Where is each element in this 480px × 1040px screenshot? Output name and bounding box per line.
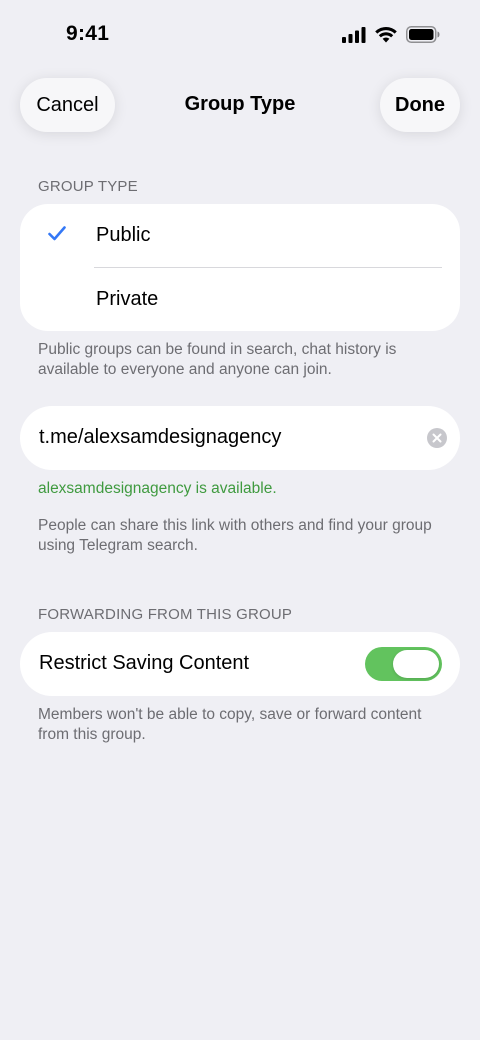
group-type-screen: 9:41 Cancel Group Type Done GROUP TYPE P… — [0, 0, 480, 1040]
option-private-label: Private — [96, 288, 159, 310]
availability-status: alexsamdesignagency is available. — [38, 480, 277, 497]
status-icons — [342, 26, 440, 43]
toggle-knob — [393, 650, 439, 678]
link-value: t.me/alexsamdesignagency — [39, 426, 282, 448]
forwarding-header: FORWARDING FROM THIS GROUP — [38, 606, 293, 623]
restrict-saving-toggle[interactable] — [365, 647, 442, 681]
clear-icon[interactable] — [427, 428, 447, 448]
option-public-label: Public — [96, 224, 151, 246]
done-button[interactable]: Done — [380, 78, 460, 132]
battery-icon — [406, 26, 440, 43]
link-footnote: People can share this link with others a… — [38, 517, 432, 554]
option-private[interactable]: Private — [20, 268, 460, 331]
forwarding-footnote: Members won't be able to copy, save or f… — [38, 706, 422, 743]
wifi-icon — [375, 26, 397, 42]
group-type-header: GROUP TYPE — [38, 178, 138, 195]
restrict-saving-label: Restrict Saving Content — [39, 652, 250, 674]
status-bar: 9:41 — [0, 0, 480, 70]
done-label: Done — [395, 93, 445, 116]
restrict-saving-row: Restrict Saving Content — [20, 632, 460, 696]
group-type-footnote: Public groups can be found in search, ch… — [38, 341, 397, 378]
status-time: 9:41 — [66, 22, 110, 45]
checkmark-icon — [48, 226, 66, 241]
group-type-card: Public Private — [20, 204, 460, 331]
option-public[interactable]: Public — [20, 204, 460, 267]
link-input[interactable]: t.me/alexsamdesignagency — [20, 406, 460, 470]
signal-icon — [342, 26, 366, 43]
